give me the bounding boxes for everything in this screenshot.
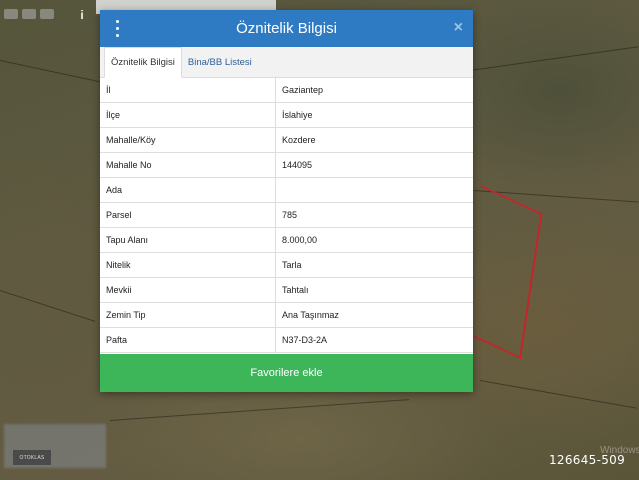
table-row: Mevkii Tahtalı	[100, 277, 473, 303]
row-key: Parsel	[100, 202, 276, 228]
row-key: Tapu Alanı	[100, 227, 276, 253]
row-key: Ada	[100, 177, 276, 203]
row-value: 8.000,00	[275, 227, 473, 253]
dialog-title: Öznitelik Bilgisi	[236, 20, 337, 37]
tab-building-list[interactable]: Bina/BB Listesi	[182, 48, 258, 77]
row-key: Mahalle No	[100, 152, 276, 178]
table-row: Pafta N37-D3-2A	[100, 327, 473, 353]
toolbar-item[interactable]	[4, 9, 18, 19]
row-value	[275, 177, 473, 203]
table-row: Parsel 785	[100, 202, 473, 228]
row-key: Mevkii	[100, 277, 276, 303]
dialog-header: Öznitelik Bilgisi ×	[100, 10, 473, 47]
close-icon[interactable]: ×	[454, 19, 463, 37]
table-row: İlçe İslahiye	[100, 102, 473, 128]
attribute-table-scroll[interactable]: İl Gaziantep İlçe İslahiye Mahalle/Köy Kozd…	[100, 78, 473, 355]
row-key: İlçe	[100, 102, 276, 128]
brand-logo: OTOKLAS	[13, 450, 51, 465]
row-value: Tahtalı	[275, 277, 473, 303]
top-toolbar	[0, 0, 104, 28]
toolbar-item[interactable]	[22, 9, 36, 19]
row-key: Pafta	[100, 327, 276, 353]
info-icon[interactable]: i	[76, 8, 88, 22]
row-key: Mahalle/Köy	[100, 127, 276, 153]
row-value: Tarla	[275, 252, 473, 278]
table-row: Ada	[100, 177, 473, 203]
table-row: İl Gaziantep	[100, 78, 473, 103]
row-value: Kozdere	[275, 127, 473, 153]
table-row: Tapu Alanı 8.000,00	[100, 227, 473, 253]
table-row: Mahalle No 144095	[100, 152, 473, 178]
tab-bar: Öznitelik Bilgisi Bina/BB Listesi	[100, 47, 473, 78]
row-value: 785	[275, 202, 473, 228]
windows-watermark: Windows	[600, 446, 639, 456]
row-value: Gaziantep	[275, 78, 473, 103]
row-key: Nitelik	[100, 252, 276, 278]
row-key: Zemin Tip	[100, 302, 276, 328]
row-key: İl	[100, 78, 276, 103]
toolbar-item[interactable]	[40, 9, 54, 19]
row-value: Ana Taşınmaz	[275, 302, 473, 328]
tab-attribute-info[interactable]: Öznitelik Bilgisi	[104, 47, 182, 78]
table-row: Zemin Tip Ana Taşınmaz	[100, 302, 473, 328]
row-value: İslahiye	[275, 102, 473, 128]
attribute-table: İl Gaziantep İlçe İslahiye Mahalle/Köy Kozd…	[100, 78, 473, 353]
attribute-dialog: Öznitelik Bilgisi × Öznitelik Bilgisi Bi…	[100, 10, 473, 392]
row-value: 144095	[275, 152, 473, 178]
kebab-menu-icon[interactable]	[113, 20, 121, 37]
add-to-favorites-button[interactable]: Favorilere ekle	[100, 354, 473, 392]
table-row: Nitelik Tarla	[100, 252, 473, 278]
row-value: N37-D3-2A	[275, 327, 473, 353]
table-row: Mahalle/Köy Kozdere	[100, 127, 473, 153]
